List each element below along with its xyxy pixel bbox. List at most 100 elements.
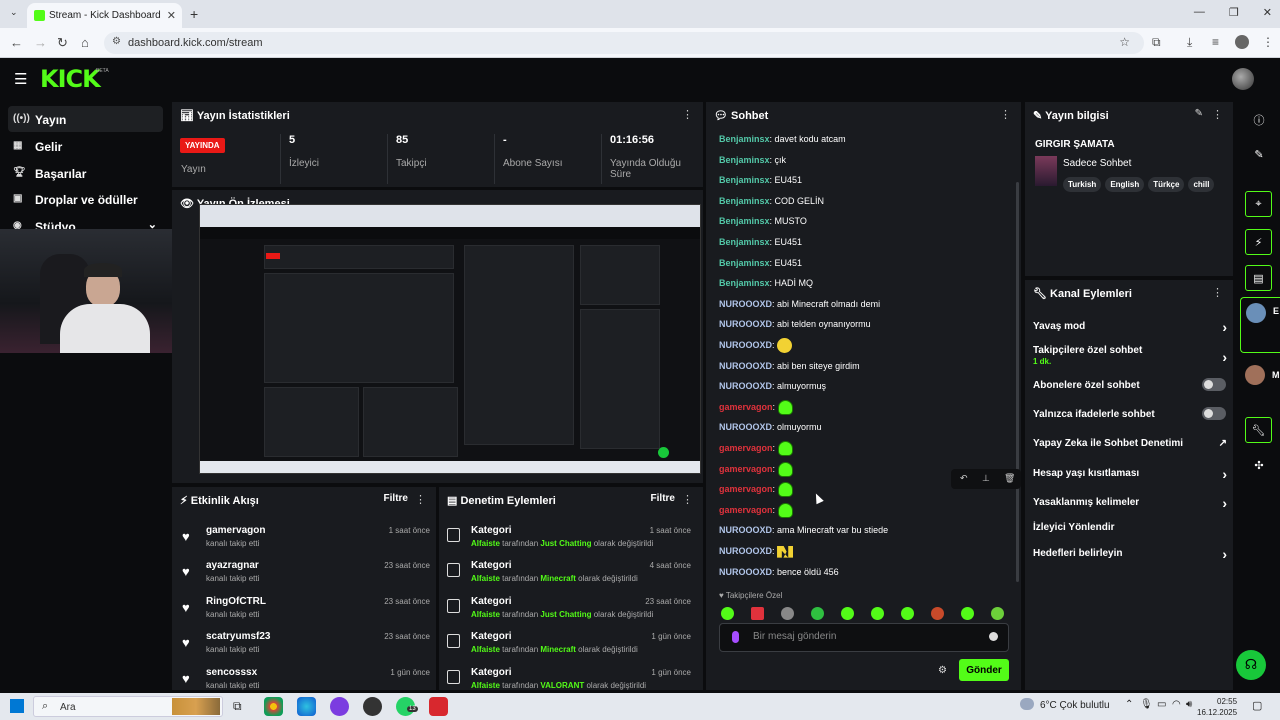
emote-icon[interactable] xyxy=(871,607,884,620)
capture-icon[interactable]: ⌖ xyxy=(1245,191,1272,217)
tag-chip[interactable]: Turkish xyxy=(1063,177,1102,192)
chat-username[interactable]: Benjaminsx xyxy=(719,258,770,268)
forward-icon[interactable]: → xyxy=(34,35,47,50)
activity-row[interactable]: ♥ RingOfCTRL kanalı takip etti 23 saat ö… xyxy=(182,594,430,628)
chat-message[interactable]: gamervagon: xyxy=(719,460,793,478)
chat-username[interactable]: NUROOOXD xyxy=(719,567,772,577)
chat-message[interactable]: gamervagon: xyxy=(719,480,793,498)
media-icon[interactable]: ≡ xyxy=(1212,35,1219,49)
url-field[interactable]: ⚙ dashboard.kick.com/stream ☆ xyxy=(104,32,1144,54)
emote-icon[interactable] xyxy=(841,607,854,620)
activity-row[interactable]: ♥ scatryumsf23 kanalı takip etti 23 saat… xyxy=(182,629,430,663)
more-options-icon[interactable]: ⋮ xyxy=(682,108,693,121)
tag-chip[interactable]: chill xyxy=(1188,177,1215,192)
emote-icon[interactable] xyxy=(811,607,824,620)
info-icon[interactable]: ⓘ xyxy=(1249,112,1269,132)
emote-icon[interactable] xyxy=(781,607,794,620)
microphone-tray-icon[interactable]: 🎙︎ xyxy=(1140,699,1153,710)
chat-username[interactable]: NUROOOXD xyxy=(719,361,772,371)
more-options-icon[interactable]: ⋮ xyxy=(682,493,693,506)
chat-username[interactable]: Benjaminsx xyxy=(719,216,770,226)
slow-mode-item[interactable]: Yavaş mod › xyxy=(1033,319,1227,335)
taskbar-clock[interactable]: 02:55 16.12.2025 xyxy=(1197,696,1237,718)
emote-icon[interactable] xyxy=(931,607,944,620)
more-options-icon[interactable]: ⋮ xyxy=(1212,286,1223,299)
chat-message[interactable]: NUROOOXD: abi Minecraft olmadı demi xyxy=(719,295,880,313)
more-options-icon[interactable]: ⋮ xyxy=(1000,108,1011,121)
wrench-icon[interactable]: 🔧︎ xyxy=(1245,417,1272,443)
reload-icon[interactable]: ↻ xyxy=(57,35,68,51)
browser-menu-icon[interactable]: ⋮ xyxy=(1262,35,1274,49)
weather-text[interactable]: 6°C Çok bulutlu xyxy=(1040,700,1110,711)
chat-username[interactable]: gamervagon xyxy=(719,402,773,412)
taskbar-search[interactable]: ⌕ Ara xyxy=(33,696,223,717)
account-age-item[interactable]: Hesap yaşı kısıtlaması › xyxy=(1033,466,1227,482)
chat-username[interactable]: gamervagon xyxy=(719,505,773,515)
banned-words-item[interactable]: Yasaklanmış kelimeler › xyxy=(1033,495,1227,511)
windows-start-icon[interactable] xyxy=(10,699,24,713)
moderation-filter-button[interactable]: Filtre xyxy=(651,493,675,504)
subscribers-only-toggle[interactable] xyxy=(1202,378,1226,391)
chat-message[interactable]: gamervagon: xyxy=(719,398,793,416)
stream-preview-video[interactable] xyxy=(199,204,701,474)
sidebar-item-gelir[interactable]: ▦ Gelir xyxy=(8,133,163,159)
chat-scrollbar[interactable] xyxy=(1016,182,1019,582)
activity-row[interactable]: ♥ gamervagon kanalı takip etti 1 saat ön… xyxy=(182,523,430,557)
chat-message[interactable]: Benjaminsx: EU451 xyxy=(719,233,802,251)
chat-username[interactable]: gamervagon xyxy=(719,464,773,474)
emote-icon[interactable] xyxy=(901,607,914,620)
moderation-row[interactable]: Kategori Alfaiste tarafından Just Chatti… xyxy=(447,523,691,557)
lightning-icon[interactable]: ⚡︎ xyxy=(1245,229,1272,255)
extensions-icon[interactable]: ⧉ xyxy=(1152,35,1161,50)
chat-message[interactable]: NUROOOXD: abi telden oynanıyormu xyxy=(719,315,871,333)
chat-message[interactable]: gamervagon: xyxy=(719,439,793,457)
tray-chevron-icon[interactable]: ⌃ xyxy=(1125,699,1133,710)
emote-icon[interactable] xyxy=(961,607,974,620)
tag-chip[interactable]: English xyxy=(1105,177,1145,192)
activity-row[interactable]: ♥ ayazragnar kanalı takip etti 23 saat ö… xyxy=(182,558,430,592)
bookmark-star-icon[interactable]: ☆ xyxy=(1119,35,1130,49)
pencil-icon[interactable]: ✎ xyxy=(1249,148,1269,168)
chat-username[interactable]: Benjaminsx xyxy=(719,196,770,206)
moderation-row[interactable]: Kategori Alfaiste tarafından Minecraft o… xyxy=(447,558,691,592)
moderation-row[interactable]: Kategori Alfaiste tarafından Just Chatti… xyxy=(447,594,691,628)
chat-username[interactable]: Benjaminsx xyxy=(719,237,770,247)
chat-message[interactable]: Benjaminsx: EU451 xyxy=(719,254,802,272)
chat-username[interactable]: gamervagon xyxy=(719,484,773,494)
site-info-icon[interactable]: ⚙ xyxy=(112,36,121,47)
chat-message[interactable]: Benjaminsx: COD GELİN xyxy=(719,192,824,210)
document-icon[interactable]: ▤ xyxy=(1245,265,1272,291)
chat-username[interactable]: Benjaminsx xyxy=(719,134,770,144)
close-tab-icon[interactable]: ✕ xyxy=(167,9,176,22)
messenger-icon[interactable] xyxy=(330,697,349,716)
chat-message[interactable]: NUROOOXD: xyxy=(719,542,794,560)
category-name[interactable]: Sadece Sohbet xyxy=(1063,158,1131,169)
chat-username[interactable]: NUROOOXD xyxy=(719,525,772,535)
more-options-icon[interactable]: ⋮ xyxy=(1212,108,1223,121)
back-icon[interactable]: ← xyxy=(10,35,23,50)
sidebar-item-basarilar[interactable]: 🏆︎ Başarılar xyxy=(8,160,163,186)
chat-username[interactable]: NUROOOXD xyxy=(719,422,772,432)
chat-settings-gear-icon[interactable]: ⚙ xyxy=(938,665,947,676)
chat-message[interactable]: NUROOOXD: xyxy=(719,336,793,354)
send-button[interactable]: Gönder xyxy=(959,659,1009,681)
chat-message[interactable]: NUROOOXD: bence öldü 456 xyxy=(719,563,839,581)
battery-icon[interactable]: ▭ xyxy=(1157,699,1166,710)
kick-logo[interactable]: KICK xyxy=(40,65,101,93)
app-icon[interactable] xyxy=(363,697,382,716)
minimize-icon[interactable]: — xyxy=(1194,6,1205,19)
activity-filter-button[interactable]: Filtre xyxy=(384,493,408,504)
user-avatar[interactable] xyxy=(1232,68,1254,90)
emote-icon[interactable] xyxy=(751,607,764,620)
apps-icon[interactable]: ✣ xyxy=(1249,459,1269,479)
trash-icon[interactable]: 🗑︎ xyxy=(1004,473,1015,484)
chat-username[interactable]: NUROOOXD xyxy=(719,340,772,350)
emote-icon[interactable] xyxy=(721,607,734,620)
edit-pencil-icon[interactable]: ✎ xyxy=(1195,108,1203,119)
chat-username[interactable]: NUROOOXD xyxy=(719,319,772,329)
close-window-icon[interactable]: ✕ xyxy=(1263,6,1272,19)
chat-username[interactable]: Benjaminsx xyxy=(719,155,770,165)
moderation-row[interactable]: Kategori Alfaiste tarafından Minecraft o… xyxy=(447,629,691,663)
chat-message[interactable]: Benjaminsx: MUSTO xyxy=(719,212,807,230)
chat-message[interactable]: Benjaminsx: çık xyxy=(719,151,786,169)
